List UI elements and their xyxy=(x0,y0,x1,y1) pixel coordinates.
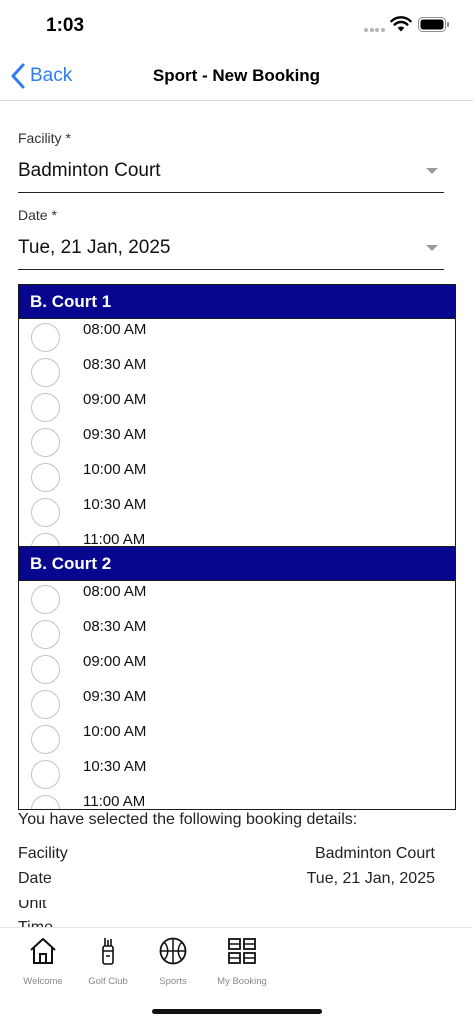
time-slot[interactable]: 10:00 AM xyxy=(19,459,455,494)
facility-label: Facility * xyxy=(18,130,71,146)
slot-time: 08:00 AM xyxy=(83,321,147,338)
summary-value: Tue, 21 Jan, 2025 xyxy=(306,870,435,887)
wifi-icon xyxy=(390,16,412,32)
summary-key: Date xyxy=(18,870,52,887)
tab-my-booking[interactable]: My Booking xyxy=(210,936,274,988)
basketball-icon xyxy=(159,937,187,965)
slot-time: 10:30 AM xyxy=(83,758,147,775)
summary-overflow: Unit Time xyxy=(0,900,473,928)
slot-time: 09:00 AM xyxy=(83,653,147,670)
slot-time: 08:00 AM xyxy=(83,583,147,600)
slot-time: 09:30 AM xyxy=(83,688,147,705)
time-slot[interactable]: 11:00 AM xyxy=(19,529,455,547)
radio-button[interactable] xyxy=(31,323,60,352)
time-slot[interactable]: 10:30 AM xyxy=(19,494,455,529)
radio-button[interactable] xyxy=(31,358,60,387)
signal-icon xyxy=(364,28,386,32)
status-time: 1:03 xyxy=(46,15,85,36)
summary-intro: You have selected the following booking … xyxy=(18,811,358,828)
date-value: Tue, 21 Jan, 2025 xyxy=(18,237,171,258)
tab-golf-club[interactable]: Golf Club xyxy=(76,936,140,988)
status-bar: 1:03 xyxy=(0,0,473,50)
tab-sports[interactable]: Sports xyxy=(141,936,205,988)
tab-label: My Booking xyxy=(217,976,267,987)
radio-button[interactable] xyxy=(31,795,60,809)
facility-value: Badminton Court xyxy=(18,160,161,181)
time-slot[interactable]: 08:30 AM xyxy=(19,354,455,389)
grid-icon xyxy=(228,938,256,964)
time-slot[interactable]: 11:00 AM xyxy=(19,791,455,809)
slot-time: 10:00 AM xyxy=(83,723,147,740)
golf-bag-icon xyxy=(102,938,114,965)
time-slot[interactable]: 09:30 AM xyxy=(19,424,455,459)
slot-time: 09:30 AM xyxy=(83,426,147,443)
time-slot[interactable]: 09:00 AM xyxy=(19,389,455,424)
slot-list[interactable]: 08:00 AM 08:30 AM 09:00 AM 09:30 AM 10:0… xyxy=(19,581,455,809)
radio-button[interactable] xyxy=(31,760,60,789)
radio-button[interactable] xyxy=(31,498,60,527)
slot-time: 11:00 AM xyxy=(83,793,146,809)
facility-select[interactable]: Badminton Court xyxy=(18,153,444,193)
tab-welcome[interactable]: Welcome xyxy=(11,936,75,988)
battery-icon xyxy=(418,17,449,32)
time-slot[interactable]: 09:30 AM xyxy=(19,686,455,721)
radio-button[interactable] xyxy=(31,585,60,614)
court-header: B. Court 2 xyxy=(19,547,455,581)
summary-key: Unit xyxy=(18,900,47,912)
time-slot[interactable]: 09:00 AM xyxy=(19,651,455,686)
tab-label: Golf Club xyxy=(88,976,128,987)
time-slot[interactable]: 10:00 AM xyxy=(19,721,455,756)
date-select[interactable]: Tue, 21 Jan, 2025 xyxy=(18,230,444,270)
radio-button[interactable] xyxy=(31,393,60,422)
time-slot[interactable]: 08:00 AM xyxy=(19,319,455,354)
summary-row: Unit xyxy=(18,900,435,917)
tab-label: Welcome xyxy=(23,976,63,987)
dropdown-arrow-icon xyxy=(426,245,438,251)
summary-key: Facility xyxy=(18,845,68,862)
time-slot[interactable]: 10:30 AM xyxy=(19,756,455,791)
court-card: B. Court 1 08:00 AM 08:30 AM 09:00 AM 09… xyxy=(18,284,456,548)
tab-label: Sports xyxy=(159,976,187,987)
navigation-bar: Back Sport - New Booking xyxy=(0,52,473,101)
slot-time: 09:00 AM xyxy=(83,391,147,408)
slot-time: 08:30 AM xyxy=(83,356,147,373)
home-indicator xyxy=(152,1009,322,1014)
summary-value: Badminton Court xyxy=(314,845,435,862)
time-slot[interactable]: 08:30 AM xyxy=(19,616,455,651)
radio-button[interactable] xyxy=(31,463,60,492)
dropdown-arrow-icon xyxy=(426,168,438,174)
radio-button[interactable] xyxy=(31,428,60,457)
date-label: Date * xyxy=(18,207,57,223)
slot-time: 10:00 AM xyxy=(83,461,147,478)
home-icon xyxy=(30,938,56,964)
summary-row: Facility Badminton Court xyxy=(18,845,435,867)
page-title: Sport - New Booking xyxy=(152,66,321,85)
slot-time: 08:30 AM xyxy=(83,618,147,635)
time-slot[interactable]: 08:00 AM xyxy=(19,581,455,616)
radio-button[interactable] xyxy=(31,725,60,754)
radio-button[interactable] xyxy=(31,655,60,684)
radio-button[interactable] xyxy=(31,690,60,719)
radio-button[interactable] xyxy=(31,533,60,547)
slot-time: 10:30 AM xyxy=(83,496,147,513)
court-card: B. Court 2 08:00 AM 08:30 AM 09:00 AM 09… xyxy=(18,546,456,810)
summary-row: Date Tue, 21 Jan, 2025 xyxy=(18,870,435,892)
slot-time: 11:00 AM xyxy=(83,531,146,547)
radio-button[interactable] xyxy=(31,620,60,649)
slot-list[interactable]: 08:00 AM 08:30 AM 09:00 AM 09:30 AM 10:0… xyxy=(19,319,455,547)
court-header: B. Court 1 xyxy=(19,285,455,319)
